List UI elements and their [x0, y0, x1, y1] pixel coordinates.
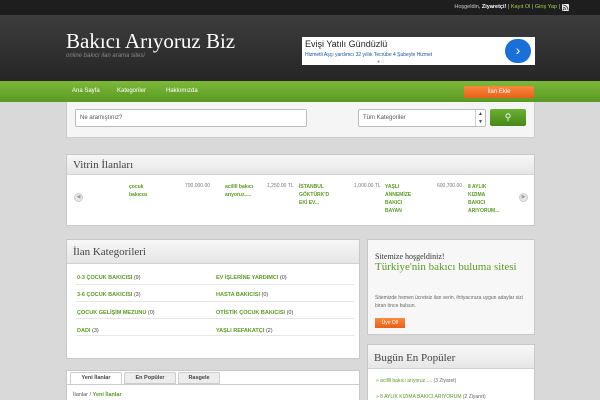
site-logo[interactable]: Bakıcı Arıyoruz Biz — [66, 29, 235, 54]
category-link[interactable]: HASTA BAKICISI (0) — [216, 292, 268, 298]
add-listing-button[interactable]: İlan Ekle — [464, 86, 534, 98]
greeting-text: Hoşgeldin, — [454, 4, 481, 10]
tab-random[interactable]: Rasgele — [178, 372, 220, 384]
listing-price: 600,700.00 — [437, 183, 463, 189]
chevron-right-icon[interactable]: › — [505, 39, 531, 63]
listing-title[interactable]: YAŞLI ANNEMİZE BAKICI BAYAN — [385, 183, 411, 215]
category-link[interactable]: 0-3 ÇOCUK BAKICISI (9) — [77, 275, 141, 281]
breadcrumb-root[interactable]: İlanlar — [73, 392, 88, 398]
user-links: Hoşgeldin, Ziyaretçi! | Kayıt Ol | Giriş… — [454, 4, 560, 10]
search-button[interactable]: ⚲ — [490, 109, 526, 126]
popular-item[interactable]: » acillll bakıcı arıyoruz..... (3 Ziyare… — [376, 378, 456, 384]
welcome-text: Sitemizde hemen ücretsiz ilan verin, iht… — [375, 295, 523, 309]
login-link[interactable]: Giriş Yap — [535, 4, 557, 10]
breadcrumb-current: Yeni İlanlar — [92, 392, 122, 398]
site-tagline: online bakıcı ilan arama sitesi — [66, 53, 145, 59]
category-select-value: Tüm Kategoriler — [363, 115, 406, 121]
category-link[interactable]: EV İŞLERİNE YARDIMCI (0) — [216, 275, 287, 281]
tab-new-listings[interactable]: Yeni İlanlar — [70, 372, 122, 384]
category-link[interactable]: ÇOCUK GELİŞİM MEZUNU (0) — [77, 310, 155, 316]
separator: | — [507, 4, 510, 10]
welcome-subheading: Türkiye'nin bakıcı buluma sitesi — [375, 261, 517, 273]
category-link[interactable]: YAŞLI REFAKATÇI (2) — [216, 328, 273, 334]
register-link[interactable]: Kayıt Ol — [511, 4, 531, 10]
search-icon: ⚲ — [504, 112, 512, 122]
popular-today: Bugün En Popüler » acillll bakıcı arıyor… — [367, 344, 535, 400]
prev-arrow-icon[interactable]: ◀ — [74, 193, 83, 202]
panel-header: İlan Kategorileri — [67, 240, 359, 264]
nav-item-about[interactable]: Hakkımızda — [166, 88, 198, 94]
divider — [76, 284, 354, 285]
nav-item-home[interactable]: Ana Sayfa — [72, 88, 100, 94]
listing-price: 1,250.00 TL — [267, 183, 294, 189]
featured-listings: Vitrin İlanları ◀ ▶ çocuk bakıcısı 700,0… — [66, 154, 535, 226]
welcome-heading: Sitemize hoşgeldiniz! — [375, 252, 445, 261]
rss-icon[interactable] — [562, 4, 569, 11]
panel-header: Vitrin İlanları — [67, 155, 534, 175]
register-button[interactable]: Üye Ol! — [375, 318, 405, 328]
breadcrumb: İlanlar / Yeni İlanlar — [73, 392, 122, 398]
search-input[interactable]: Ne aramıştınız? — [75, 109, 307, 127]
listing-categories: İlan Kategorileri 0-3 ÇOCUK BAKICISI (9)… — [66, 239, 360, 359]
divider — [76, 301, 354, 302]
listing-price: 700,000.00 — [185, 183, 211, 189]
popular-item[interactable]: » 8 AYLIK KIZIMA BAKICI ARIYORUM (2 Ziya… — [376, 394, 486, 400]
listing-title[interactable]: acillll bakıcı arıyoruz..... — [225, 183, 253, 199]
panel-title: Vitrin İlanları — [73, 159, 134, 171]
divider — [67, 384, 359, 385]
panel-title: Bugün En Popüler — [374, 352, 456, 364]
welcome-box: Sitemize hoşgeldiniz! Türkiye'nin bakıcı… — [367, 239, 535, 335]
ad-banner[interactable]: Evişi Yatılı Gündüzlü Hizmetli Aşçı yard… — [302, 37, 535, 65]
category-link[interactable]: 3-6 ÇOCUK BAKICISI (3) — [77, 292, 141, 298]
separator: | — [531, 4, 534, 10]
next-arrow-icon[interactable]: ▶ — [519, 193, 528, 202]
listing-title[interactable]: çocuk bakıcısı — [129, 183, 147, 199]
divider — [76, 318, 354, 319]
ad-title[interactable]: Evişi Yatılı Gündüzlü — [305, 39, 387, 49]
tab-popular[interactable]: En Popüler — [124, 372, 176, 384]
category-link[interactable]: OTİSTİK ÇOCUK BAKICISI (0) — [216, 310, 293, 316]
category-link[interactable]: DADI (3) — [77, 328, 99, 334]
listing-price: 1,000.00 TL — [354, 183, 381, 189]
panel-header: Bugün En Popüler — [368, 345, 534, 369]
select-arrows-icon: ▲ ▼ — [475, 110, 485, 126]
ad-pager-dots[interactable]: ●○ — [377, 59, 385, 65]
divider — [76, 335, 354, 336]
separator: | — [558, 4, 560, 10]
top-bar: Hoşgeldin, Ziyaretçi! | Kayıt Ol | Giriş… — [0, 0, 600, 15]
listing-title[interactable]: İSTANBUL GÖKTÜRK'D EKİ EV... — [299, 183, 329, 207]
listing-tabs: Yeni İlanlar En Popüler Rasgele İlanlar … — [66, 370, 360, 400]
listing-title[interactable]: 8 AYLIK KIZIMA BAKICI ARIYORUM... — [468, 183, 499, 215]
nav-item-categories[interactable]: Kategoriler — [117, 88, 146, 94]
username: Ziyaretçi! — [481, 4, 507, 10]
category-select[interactable]: Tüm Kategoriler ▲ ▼ — [358, 109, 486, 127]
ad-subtitle[interactable]: Hizmetli Aşçı yardımcı 32 yıllık Tecrübe… — [305, 52, 432, 58]
panel-title: İlan Kategorileri — [73, 246, 146, 258]
search-bar: Ne aramıştınız? Tüm Kategoriler ▲ ▼ ⚲ — [66, 102, 535, 138]
